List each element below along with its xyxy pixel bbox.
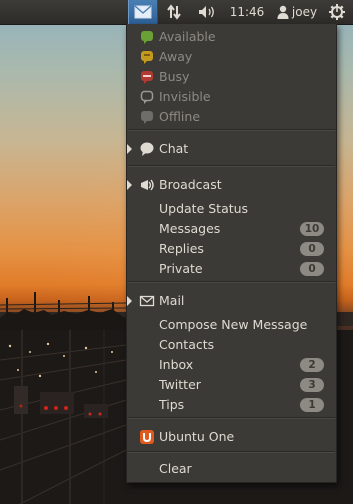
- clock-label: 11:46: [229, 5, 265, 19]
- status-busy-label: Busy: [159, 69, 190, 84]
- status-available-icon: [139, 29, 155, 45]
- clear-label: Clear: [159, 461, 192, 476]
- top-panel: 11:46 joey: [0, 0, 353, 25]
- broadcast-item[interactable]: Broadcast: [127, 175, 336, 195]
- clock-button[interactable]: 11:46: [228, 0, 266, 24]
- username-label: joey: [291, 5, 318, 19]
- contacts-label: Contacts: [159, 337, 215, 352]
- broadcast-private-item[interactable]: Private 0: [127, 259, 336, 279]
- sound-menu-button[interactable]: [194, 0, 220, 24]
- inbox-label: Inbox: [159, 357, 194, 372]
- count-badge: 1: [300, 398, 324, 412]
- broadcast-replies-label: Replies: [159, 241, 204, 256]
- running-app-arrow-icon: [127, 296, 132, 306]
- status-invisible-label: Invisible: [159, 89, 211, 104]
- broadcast-label: Broadcast: [159, 177, 222, 192]
- chat-item[interactable]: Chat: [127, 139, 336, 159]
- power-gear-icon: [329, 4, 345, 20]
- twitter-item[interactable]: Twitter 3: [127, 375, 336, 395]
- mail-item[interactable]: Mail: [127, 291, 336, 311]
- status-offline-label: Offline: [159, 109, 201, 124]
- broadcast-icon: [139, 177, 155, 193]
- messaging-menu: Available Away Busy Invisible Offline Ch…: [126, 24, 337, 483]
- status-away-icon: [139, 49, 155, 65]
- broadcast-private-label: Private: [159, 261, 203, 276]
- ubuntu-one-label: Ubuntu One: [159, 429, 235, 444]
- mail-icon: [134, 5, 152, 19]
- status-available-item[interactable]: Available: [127, 27, 336, 47]
- ubuntu-one-item[interactable]: Ubuntu One: [127, 427, 336, 447]
- status-available-label: Available: [159, 29, 216, 44]
- tips-label: Tips: [159, 397, 185, 412]
- broadcast-messages-item[interactable]: Messages 10: [127, 219, 336, 239]
- network-menu-button[interactable]: [162, 0, 186, 24]
- update-status-item[interactable]: Update Status: [127, 199, 336, 219]
- inbox-item[interactable]: Inbox 2: [127, 355, 336, 375]
- menu-separator: [128, 165, 335, 167]
- broadcast-messages-label: Messages: [159, 221, 221, 236]
- chat-icon: [139, 141, 155, 157]
- status-away-item[interactable]: Away: [127, 47, 336, 67]
- network-icon: [167, 4, 181, 20]
- status-invisible-item[interactable]: Invisible: [127, 87, 336, 107]
- status-offline-icon: [139, 109, 155, 125]
- user-icon: [277, 5, 289, 19]
- status-away-label: Away: [159, 49, 193, 64]
- chat-label: Chat: [159, 141, 189, 156]
- count-badge: 0: [300, 242, 324, 256]
- update-status-label: Update Status: [159, 201, 249, 216]
- count-badge: 3: [300, 378, 324, 392]
- messaging-menu-button[interactable]: [128, 0, 158, 24]
- status-invisible-icon: [139, 89, 155, 105]
- clear-item[interactable]: Clear: [127, 459, 336, 479]
- count-badge: 0: [300, 262, 324, 276]
- menu-separator: [128, 281, 335, 283]
- count-badge: 10: [300, 222, 324, 236]
- user-menu-button[interactable]: joey: [272, 0, 322, 24]
- mail-app-icon: [139, 293, 155, 309]
- compose-message-label: Compose New Message: [159, 317, 308, 332]
- running-app-arrow-icon: [127, 144, 132, 154]
- tips-item[interactable]: Tips 1: [127, 395, 336, 415]
- menu-separator: [128, 129, 335, 131]
- count-badge: 2: [300, 358, 324, 372]
- status-busy-icon: [139, 69, 155, 85]
- menu-separator: [128, 451, 335, 453]
- broadcast-replies-item[interactable]: Replies 0: [127, 239, 336, 259]
- session-menu-button[interactable]: [326, 0, 348, 24]
- ubuntu-one-icon: [139, 429, 155, 445]
- compose-message-item[interactable]: Compose New Message: [127, 315, 336, 335]
- running-app-arrow-icon: [127, 180, 132, 190]
- mail-label: Mail: [159, 293, 185, 308]
- twitter-label: Twitter: [159, 377, 201, 392]
- menu-separator: [128, 417, 335, 419]
- contacts-item[interactable]: Contacts: [127, 335, 336, 355]
- status-offline-item[interactable]: Offline: [127, 107, 336, 127]
- status-busy-item[interactable]: Busy: [127, 67, 336, 87]
- volume-icon: [199, 6, 214, 18]
